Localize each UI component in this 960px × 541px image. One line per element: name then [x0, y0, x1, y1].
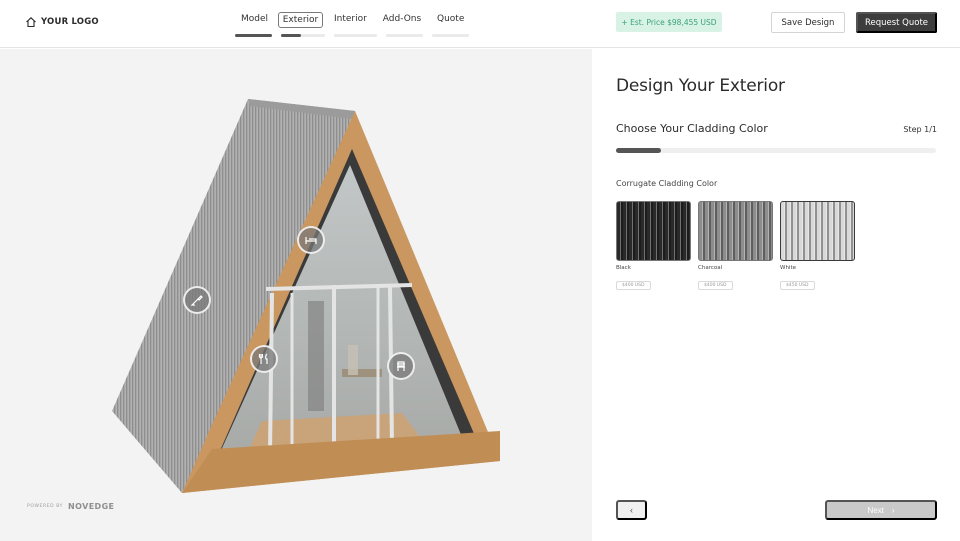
interior-chair: [348, 345, 358, 375]
back-button[interactable]: ‹: [616, 500, 647, 520]
swatch-charcoal-preview[interactable]: [698, 201, 773, 261]
tab-add-ons-progress: [386, 34, 423, 37]
powered-by-brand: NOVEDGE: [68, 502, 115, 511]
swatch-charcoal-name: Charcoal: [698, 265, 723, 271]
tab-quote-progress: [432, 34, 469, 37]
swatch-black[interactable]: Black $400 USD: [616, 201, 691, 290]
cladding-color-label: Corrugate Cladding Color: [616, 179, 718, 188]
swatch-charcoal-price: $400 USD: [698, 281, 733, 290]
chevron-right-icon: ›: [891, 505, 895, 515]
swatch-black-price: $400 USD: [616, 281, 651, 290]
powered-by-badge: POWERED BY NOVEDGE: [27, 502, 114, 511]
interior-ladder: [308, 301, 324, 411]
tab-interior[interactable]: Interior: [334, 13, 367, 25]
tab-add-ons-label: Add-Ons: [382, 14, 422, 24]
tab-model-label: Model: [241, 14, 269, 24]
next-button-label: Next: [867, 505, 884, 515]
tab-quote-label: Quote: [437, 14, 465, 24]
home-icon: [26, 17, 36, 28]
step-progress-bar: [616, 148, 936, 153]
step-indicator: Step 1/1: [903, 125, 937, 134]
chevron-left-icon: ‹: [630, 505, 633, 515]
tab-add-ons[interactable]: Add-Ons: [382, 13, 422, 25]
request-quote-button[interactable]: Request Quote: [856, 12, 937, 33]
swatch-white-price: $450 USD: [780, 281, 815, 290]
tab-interior-label: Interior: [334, 14, 367, 24]
swatch-white-name: White: [780, 265, 796, 271]
save-design-button[interactable]: Save Design: [771, 12, 845, 33]
panel-subtitle: Choose Your Cladding Color: [616, 122, 768, 135]
tab-exterior-label: Exterior: [282, 15, 319, 25]
mullion-door-left: [268, 292, 274, 454]
tab-model[interactable]: Model: [241, 13, 269, 25]
swatch-black-preview[interactable]: [616, 201, 691, 261]
tab-quote[interactable]: Quote: [437, 13, 464, 25]
hotspot-bedroom[interactable]: [297, 226, 325, 254]
hotspot-kitchen[interactable]: [250, 345, 278, 373]
panel-title: Design Your Exterior: [616, 76, 785, 96]
a-frame-cabin-render[interactable]: [0, 49, 592, 541]
configurator-panel: Design Your Exterior Choose Your Claddin…: [592, 49, 960, 541]
cladding-color-options: Black $400 USD Charcoal $400 USD White $…: [616, 201, 855, 290]
swatch-white-preview[interactable]: [780, 201, 855, 261]
tab-interior-progress: [334, 34, 377, 37]
swatch-black-name: Black: [616, 265, 631, 271]
estimated-price-badge: + Est. Price $98,455 USD: [616, 12, 722, 32]
paint-brush-icon: [190, 295, 203, 306]
swatch-white[interactable]: White $450 USD: [780, 201, 855, 290]
tab-model-progress: [235, 34, 272, 37]
tab-exterior-progress: [281, 34, 325, 37]
chair-icon: [397, 361, 405, 371]
powered-by-label: POWERED BY: [27, 504, 64, 509]
swatch-charcoal[interactable]: Charcoal $400 USD: [698, 201, 773, 290]
next-button[interactable]: Next ›: [825, 500, 937, 520]
logo[interactable]: YOUR LOGO: [25, 16, 99, 28]
top-header: YOUR LOGO Model Exterior Interior Add-On…: [0, 0, 960, 48]
hotspot-dining[interactable]: [387, 352, 415, 380]
logo-text: YOUR LOGO: [41, 17, 99, 27]
utensils-icon: [258, 353, 268, 364]
hotspot-roof[interactable]: [183, 286, 211, 314]
tab-exterior[interactable]: Exterior: [278, 12, 323, 28]
3d-model-viewer[interactable]: POWERED BY NOVEDGE: [0, 49, 592, 541]
bed-icon: [305, 237, 317, 244]
